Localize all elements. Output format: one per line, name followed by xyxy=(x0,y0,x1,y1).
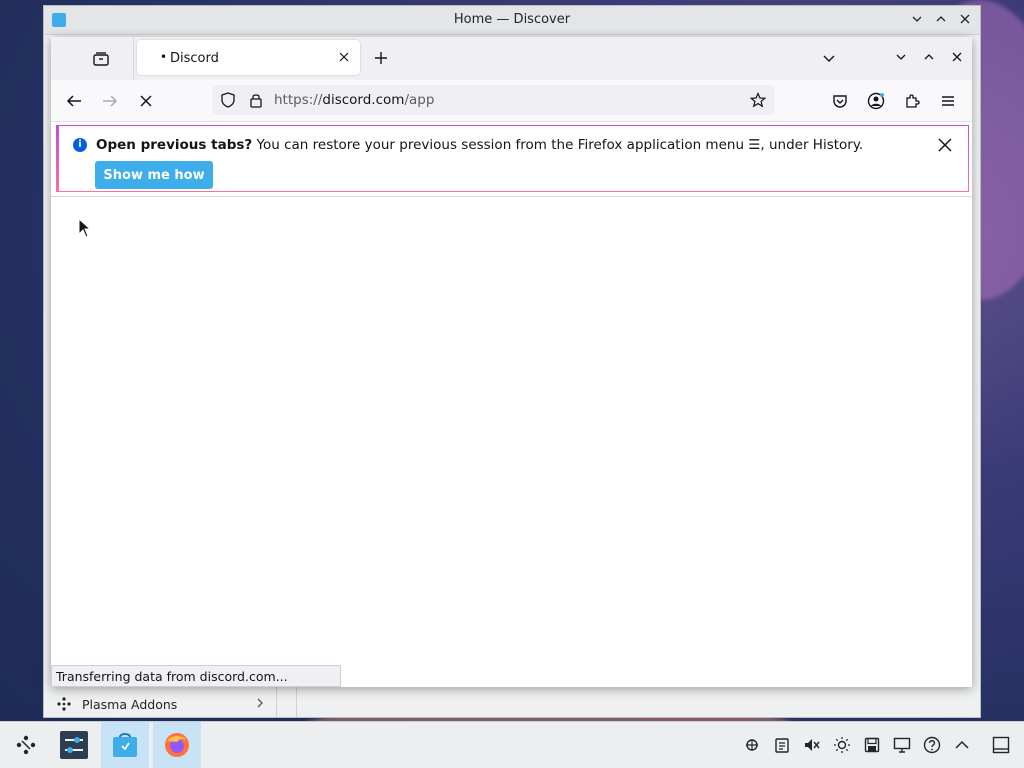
url-text: https://discord.com/app xyxy=(274,92,434,108)
back-icon[interactable] xyxy=(63,90,85,112)
pocket-icon[interactable] xyxy=(829,90,851,112)
chevron-right-icon xyxy=(255,697,265,712)
stop-icon[interactable] xyxy=(135,90,157,112)
help-icon[interactable] xyxy=(922,736,942,754)
extensions-icon[interactable] xyxy=(901,90,923,112)
close-icon[interactable] xyxy=(958,12,972,26)
tab-loading-dot: • xyxy=(160,50,168,64)
expand-tray-icon[interactable] xyxy=(952,736,972,754)
bookmark-star-icon[interactable] xyxy=(750,92,766,108)
tab-bar: • Discord xyxy=(51,37,972,80)
tab-separator xyxy=(133,37,134,80)
notification-title: Open previous tabs? xyxy=(96,137,253,153)
disks-icon[interactable] xyxy=(862,736,882,754)
info-icon: i xyxy=(73,138,87,152)
url-scheme: https:// xyxy=(274,92,323,108)
maximize-icon[interactable] xyxy=(922,50,936,64)
new-tab-button[interactable] xyxy=(370,48,392,70)
notification-close-icon[interactable] xyxy=(936,136,954,154)
discover-titlebar: Home — Discover xyxy=(44,6,980,35)
sidebar-item-label: Plasma Addons xyxy=(82,696,178,712)
maximize-icon[interactable] xyxy=(934,12,948,26)
app-menu-icon[interactable] xyxy=(937,90,959,112)
firefox-icon[interactable] xyxy=(153,722,201,768)
show-desktop-icon[interactable] xyxy=(992,736,1010,754)
account-icon[interactable] xyxy=(865,90,887,112)
sidebar-item-plasma-addons[interactable]: Plasma Addons xyxy=(50,691,275,717)
network-icon[interactable] xyxy=(742,736,762,754)
clipboard-icon[interactable] xyxy=(772,736,792,754)
tab-title: Discord xyxy=(170,51,219,66)
forward-icon[interactable] xyxy=(99,90,121,112)
volume-muted-icon[interactable] xyxy=(802,736,822,754)
restore-session-notification: i Open previous tabs? You can restore yo… xyxy=(56,125,969,192)
firefox-window: • Discord https://discord.com/app i Open… xyxy=(51,37,972,687)
mouse-cursor-icon xyxy=(78,217,92,242)
taskbar xyxy=(0,721,1024,768)
system-tray xyxy=(742,736,972,754)
minimize-icon[interactable] xyxy=(894,50,908,64)
url-path: /app xyxy=(404,92,435,108)
system-settings-icon[interactable] xyxy=(50,722,98,768)
notification-body: You can restore your previous session fr… xyxy=(252,137,864,153)
tab-discord[interactable]: • Discord xyxy=(137,40,360,75)
firefox-view-icon[interactable] xyxy=(91,49,111,69)
show-me-how-button[interactable]: Show me how xyxy=(95,161,213,189)
discover-icon[interactable] xyxy=(101,722,149,768)
minimize-icon[interactable] xyxy=(910,12,924,26)
url-bar[interactable]: https://discord.com/app xyxy=(212,85,774,115)
brightness-icon[interactable] xyxy=(832,736,852,754)
lock-icon[interactable] xyxy=(248,92,264,108)
notification-message: Open previous tabs? You can restore your… xyxy=(96,137,863,153)
url-host: discord.com xyxy=(322,92,405,108)
status-panel: Transferring data from discord.com... xyxy=(51,665,341,687)
close-icon[interactable] xyxy=(950,50,964,64)
navigation-toolbar: https://discord.com/app xyxy=(51,80,972,122)
discover-window-title: Home — Discover xyxy=(453,12,571,27)
shield-icon[interactable] xyxy=(220,92,236,108)
display-icon[interactable] xyxy=(892,736,912,754)
plasma-addons-icon xyxy=(56,696,72,712)
launcher-icon[interactable] xyxy=(2,722,50,768)
tab-close-icon[interactable] xyxy=(336,49,352,65)
content-separator xyxy=(51,196,972,197)
list-all-tabs-icon[interactable] xyxy=(819,49,839,69)
